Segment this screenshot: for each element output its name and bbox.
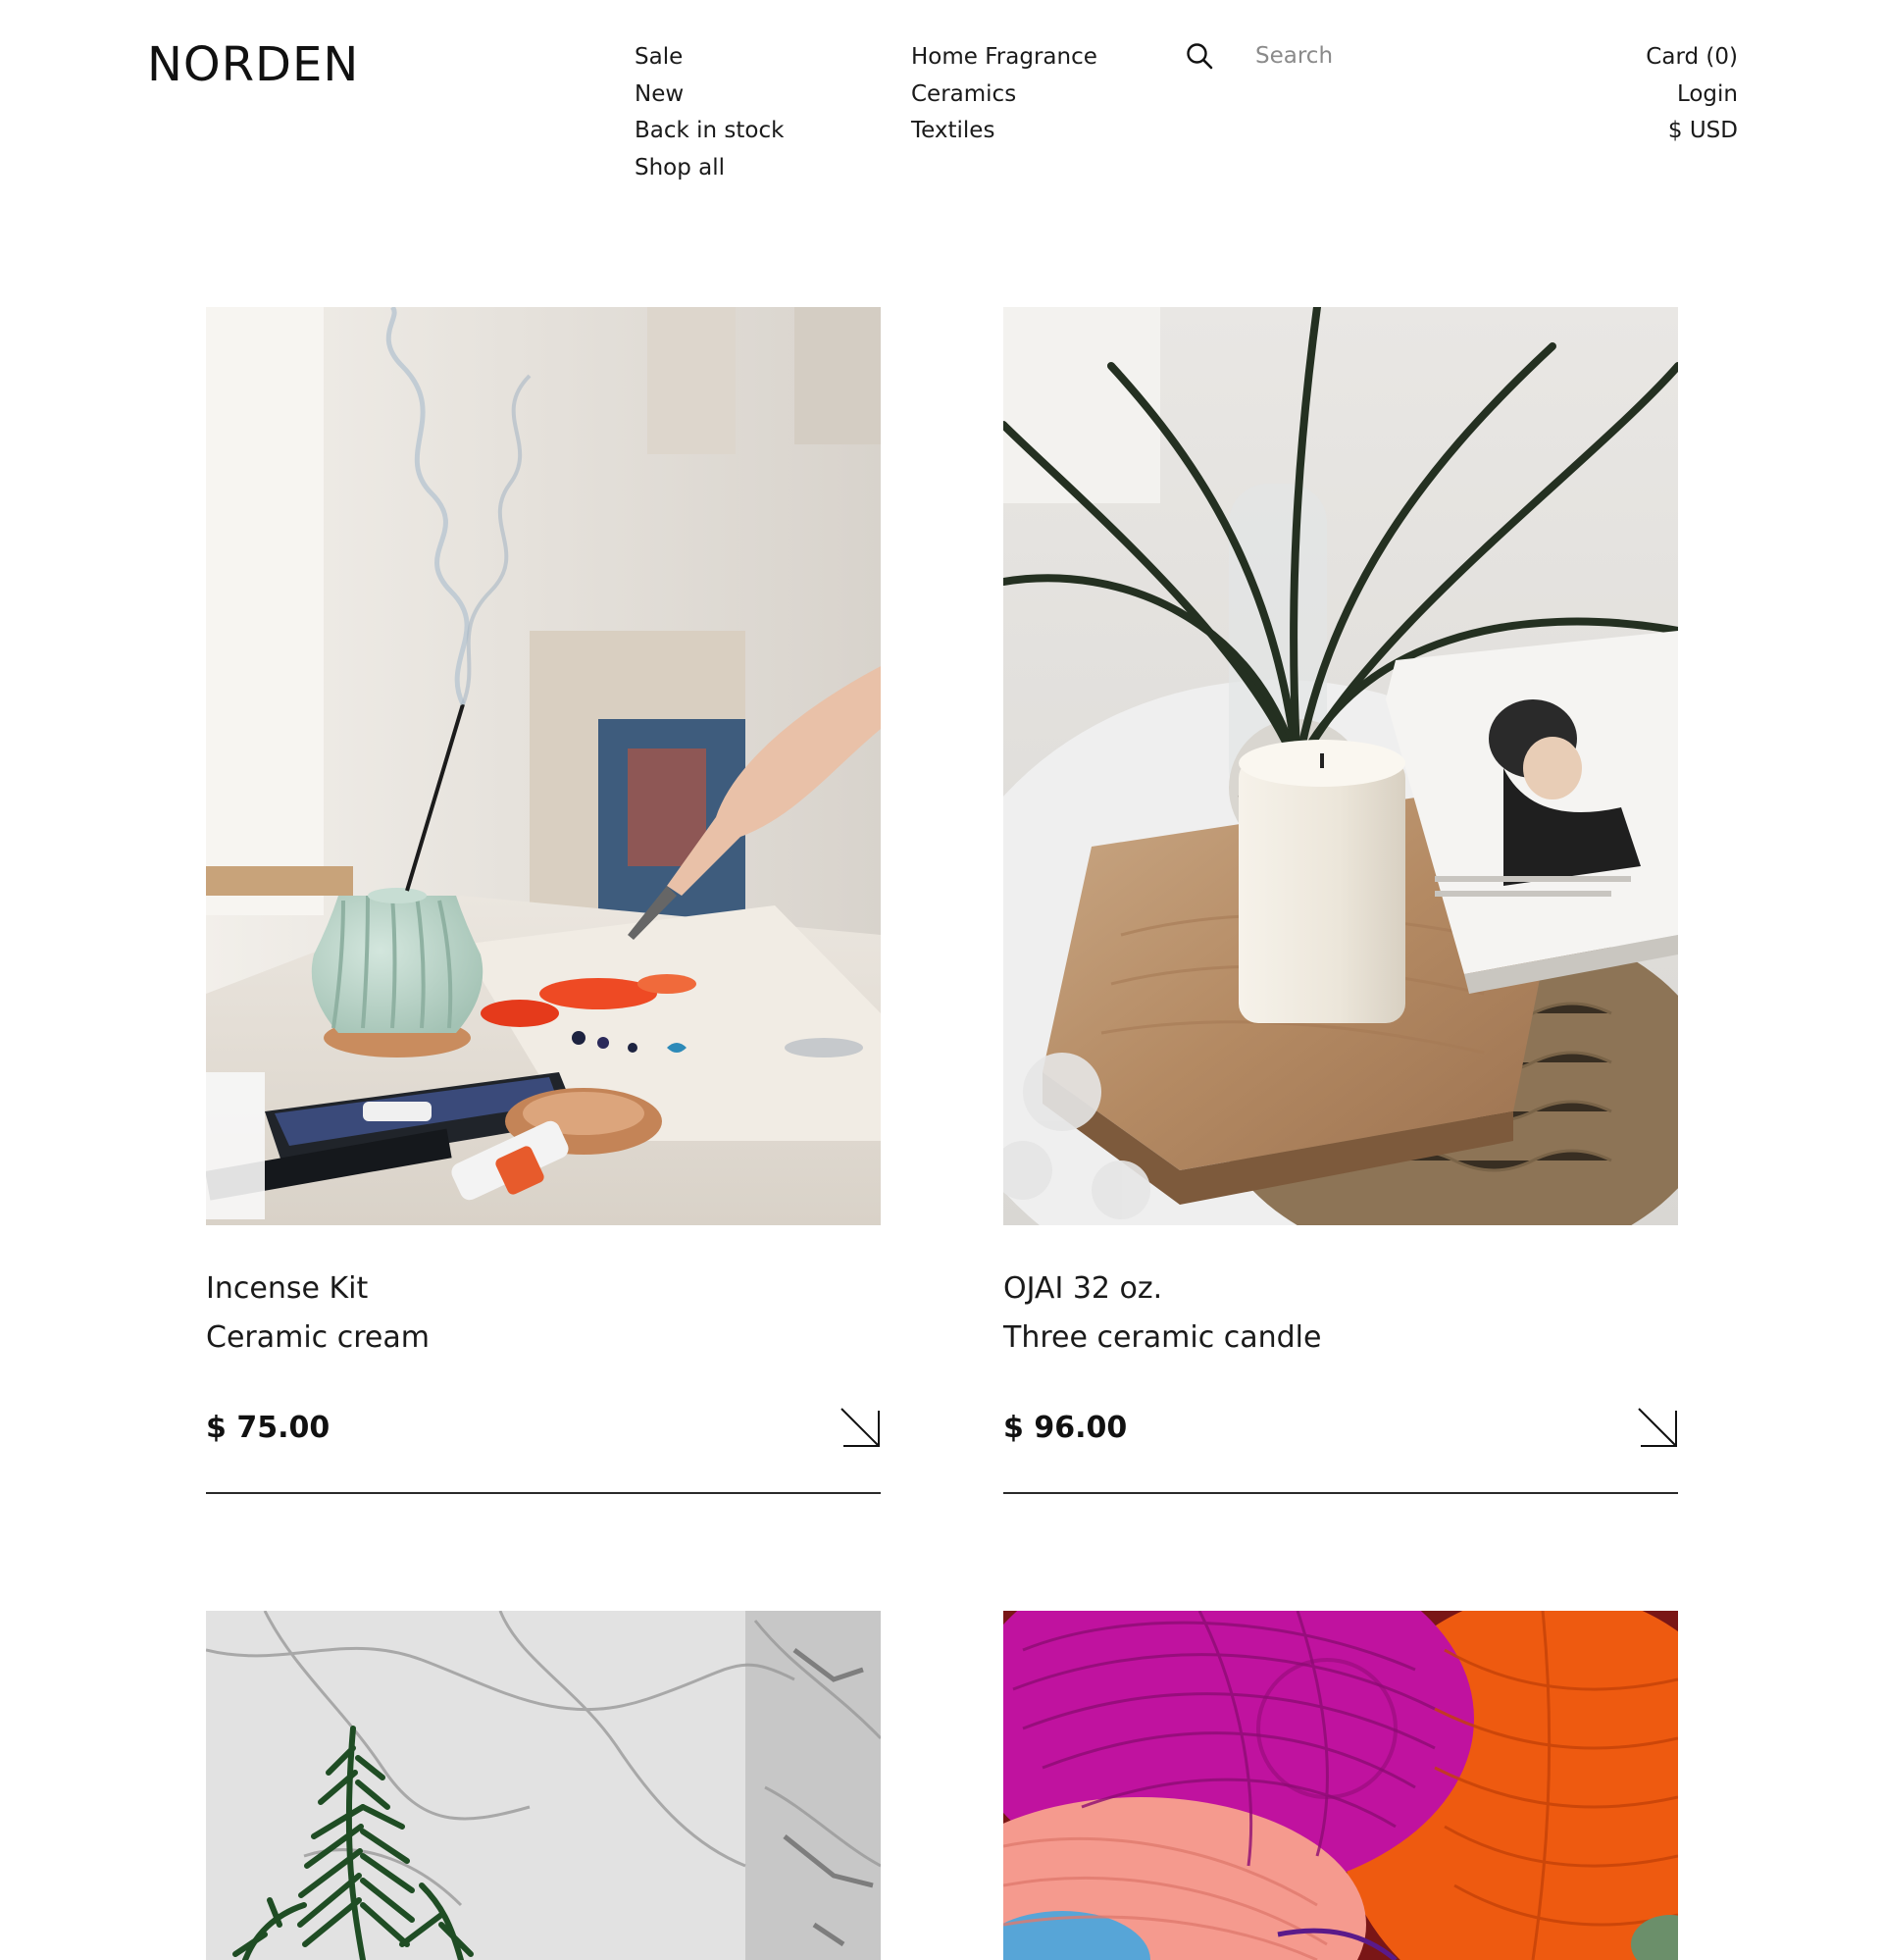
nav-link-textiles[interactable]: Textiles bbox=[911, 113, 1097, 150]
nav-link-new[interactable]: New bbox=[635, 77, 784, 114]
nav-link-ceramics[interactable]: Ceramics bbox=[911, 77, 1097, 114]
product-name[interactable]: Incense Kit bbox=[206, 1264, 881, 1314]
arrow-down-right-icon[interactable] bbox=[840, 1407, 881, 1448]
product-card[interactable] bbox=[1003, 1611, 1678, 1960]
nav-link-sale[interactable]: Sale bbox=[635, 39, 784, 77]
account-menu: Card (0) Login $ USD bbox=[1646, 39, 1738, 150]
price-row: $ 96.00 bbox=[1003, 1404, 1678, 1451]
product-price: $ 75.00 bbox=[206, 1410, 331, 1445]
product-info: Incense Kit Ceramic cream $ 75.00 bbox=[206, 1225, 881, 1494]
price-row: $ 75.00 bbox=[206, 1404, 881, 1451]
cart-link[interactable]: Card (0) bbox=[1646, 39, 1738, 77]
nav-column-primary: Sale New Back in stock Shop all bbox=[635, 39, 784, 186]
product-card[interactable] bbox=[206, 1611, 881, 1960]
search-icon[interactable] bbox=[1185, 41, 1214, 71]
login-link[interactable]: Login bbox=[1677, 77, 1738, 114]
product-card[interactable]: OJAI 32 oz. Three ceramic candle $ 96.00 bbox=[1003, 307, 1678, 1494]
nav-link-shop-all[interactable]: Shop all bbox=[635, 150, 784, 187]
product-card[interactable]: Incense Kit Ceramic cream $ 75.00 bbox=[206, 307, 881, 1494]
product-image-incense-kit[interactable] bbox=[206, 307, 881, 1225]
search-input[interactable] bbox=[1255, 39, 1491, 73]
nav-column-categories: Home Fragrance Ceramics Textiles bbox=[911, 39, 1097, 150]
search-bar bbox=[1185, 39, 1491, 73]
currency-selector[interactable]: $ USD bbox=[1668, 113, 1738, 150]
brand-logo[interactable]: NORDEN bbox=[147, 37, 359, 92]
arrow-down-right-icon[interactable] bbox=[1637, 1407, 1678, 1448]
product-image-ojai-candle[interactable] bbox=[1003, 307, 1678, 1225]
product-subtitle: Ceramic cream bbox=[206, 1320, 430, 1355]
product-image-marble-plant[interactable] bbox=[206, 1611, 881, 1960]
product-name[interactable]: OJAI 32 oz. bbox=[1003, 1264, 1678, 1314]
nav-link-home-fragrance[interactable]: Home Fragrance bbox=[911, 39, 1097, 77]
product-price: $ 96.00 bbox=[1003, 1410, 1128, 1445]
product-info: OJAI 32 oz. Three ceramic candle $ 96.00 bbox=[1003, 1225, 1678, 1494]
card-divider bbox=[206, 1492, 881, 1494]
nav-link-back-in-stock[interactable]: Back in stock bbox=[635, 113, 784, 150]
product-image-yarn[interactable] bbox=[1003, 1611, 1678, 1960]
card-divider bbox=[1003, 1492, 1678, 1494]
product-subtitle: Three ceramic candle bbox=[1003, 1320, 1322, 1355]
site-header: NORDEN Sale New Back in stock Shop all H… bbox=[0, 0, 1883, 196]
